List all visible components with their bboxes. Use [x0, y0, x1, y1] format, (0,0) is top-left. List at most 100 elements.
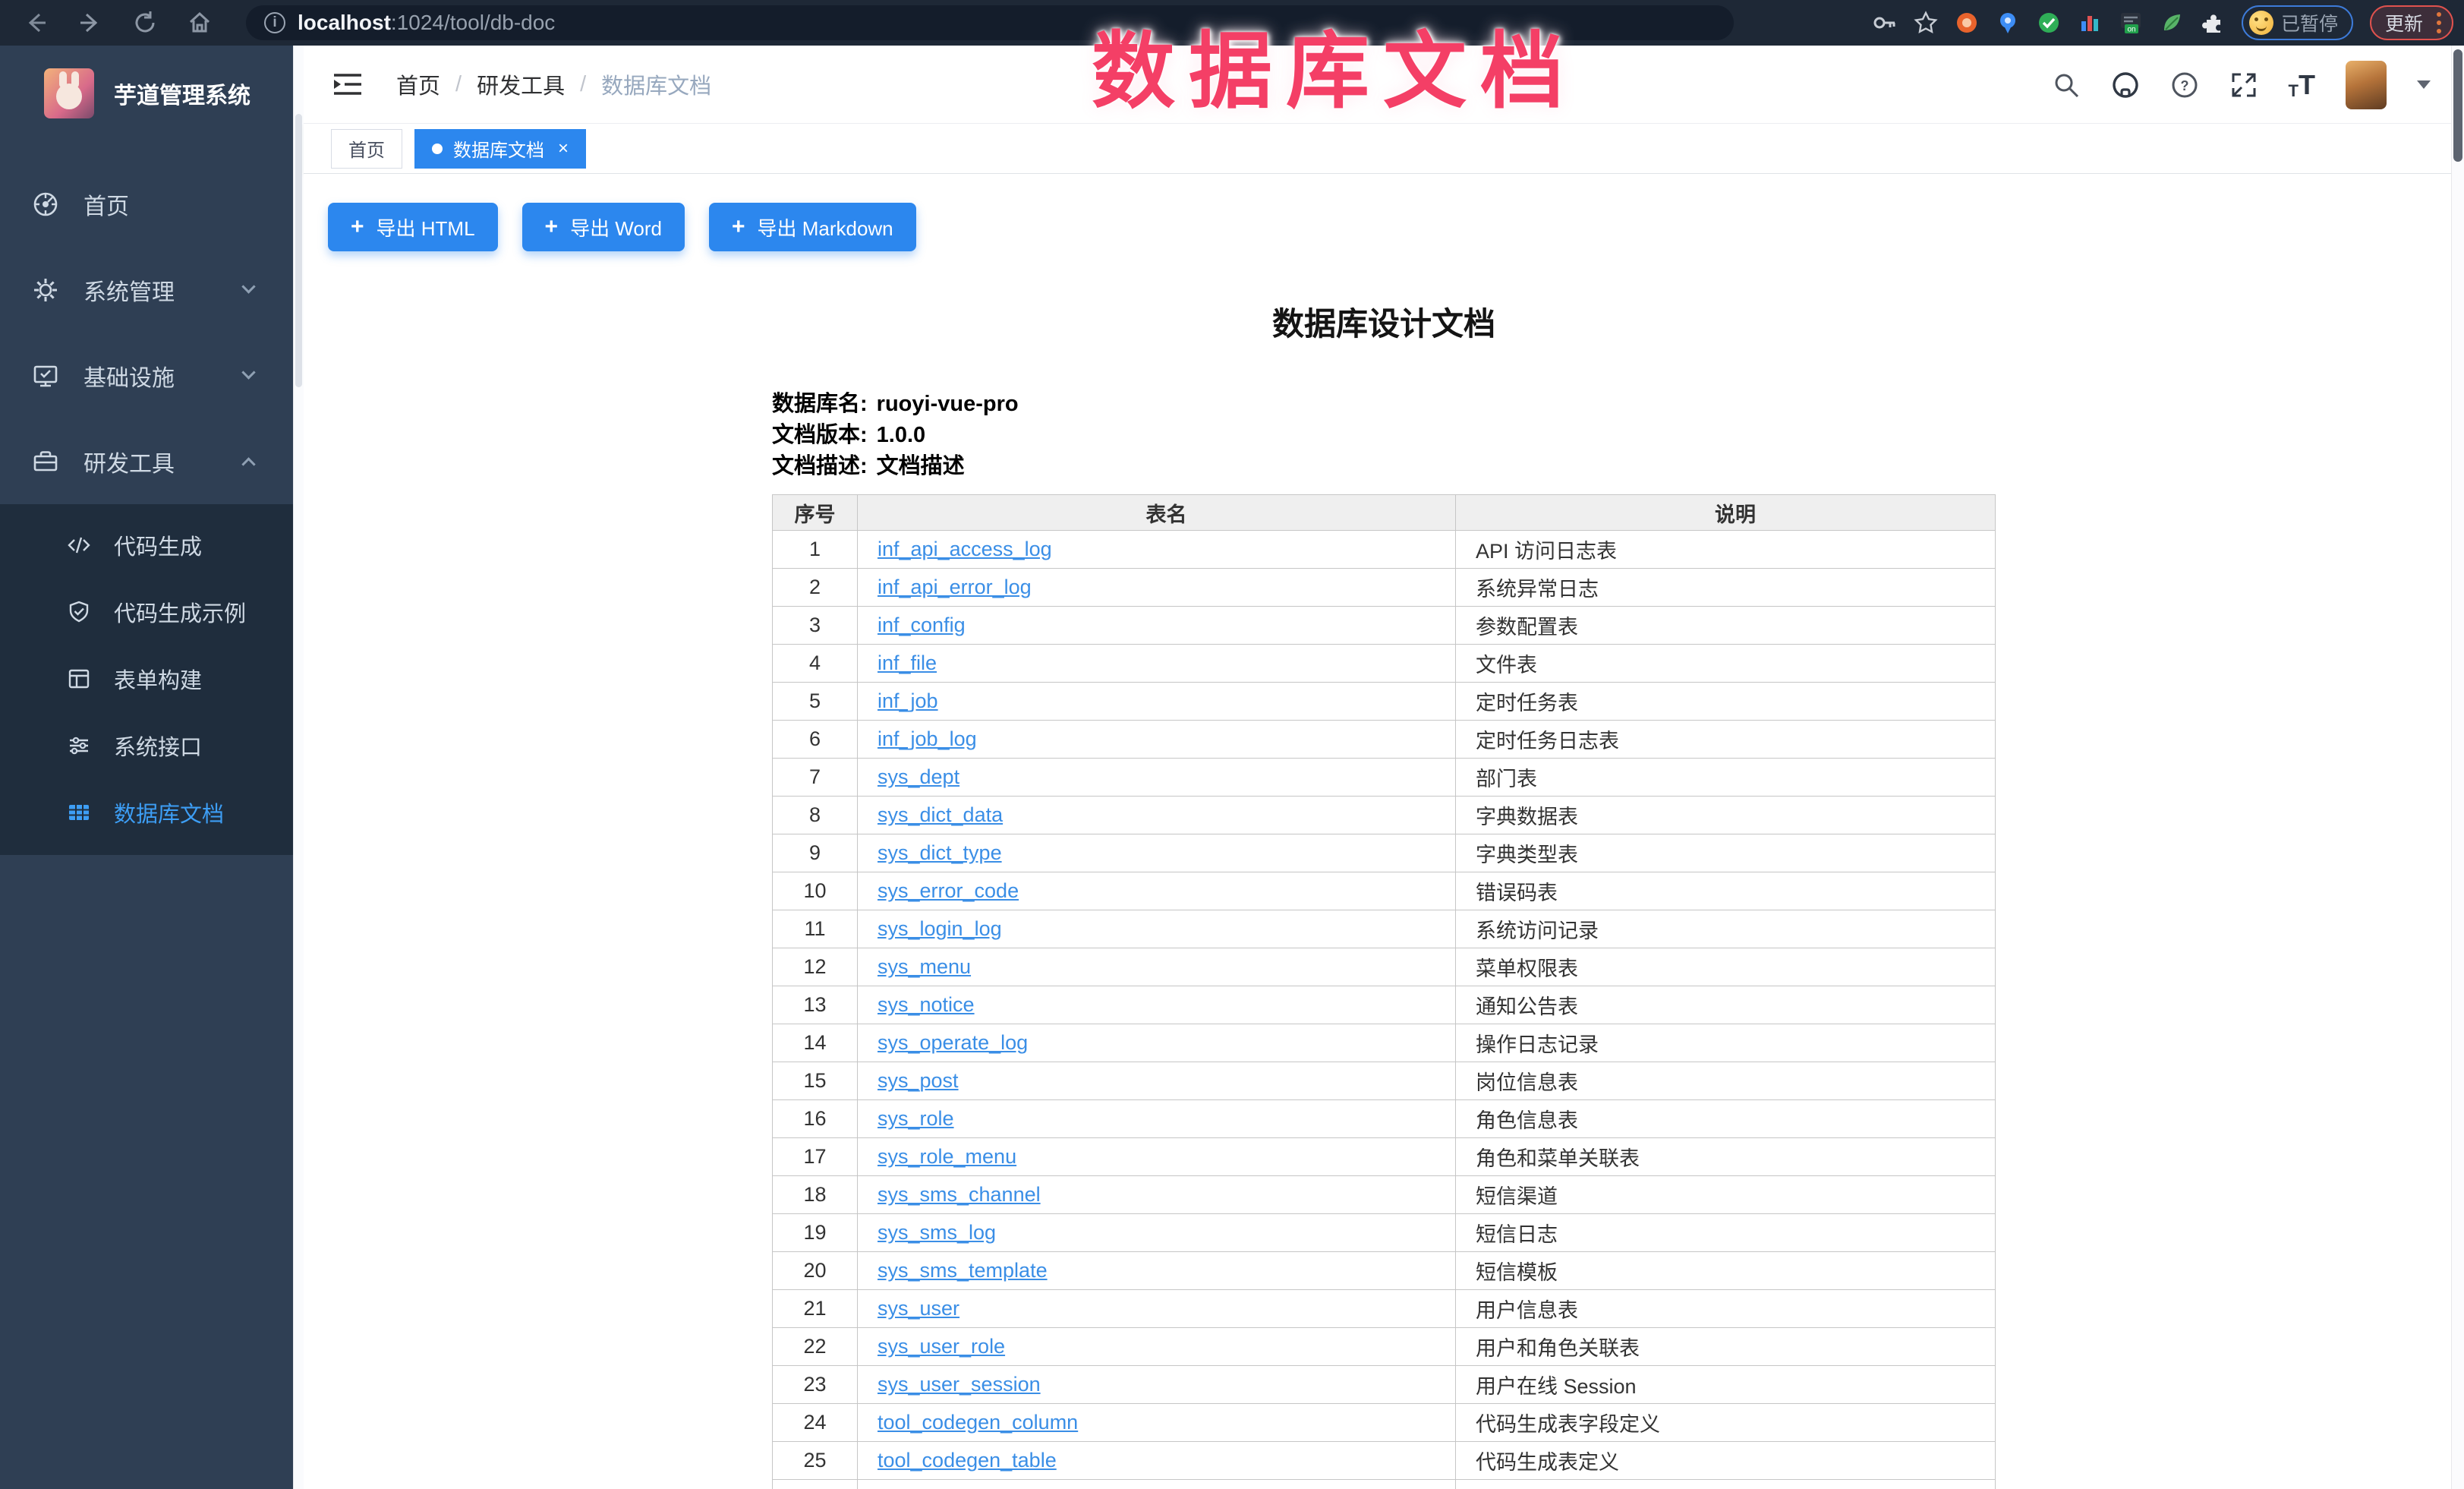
- forward-icon[interactable]: [77, 10, 103, 36]
- extension-on-badge-icon[interactable]: on: [2119, 11, 2143, 35]
- avatar[interactable]: [2346, 61, 2387, 109]
- browser-menu-icon[interactable]: [2434, 9, 2444, 36]
- extension-leaf-icon[interactable]: [2160, 11, 2184, 35]
- app-title: 芋道管理系统: [114, 77, 250, 110]
- bookmark-star-icon[interactable]: [1914, 11, 1938, 35]
- table-name-link[interactable]: inf_file: [878, 651, 937, 674]
- sidebar-item-db-doc[interactable]: 数据库文档: [0, 779, 293, 846]
- extension-green-check-icon[interactable]: [2037, 11, 2061, 35]
- table-name-link[interactable]: tool_codegen_table: [878, 1449, 1057, 1472]
- table-row: 26 tool_test_demo 字典类型表: [773, 1480, 1996, 1489]
- app-logo-row[interactable]: 芋道管理系统: [0, 46, 293, 129]
- row-index: 6: [773, 721, 858, 759]
- url-host: localhost: [298, 11, 391, 35]
- table-row: 5 inf_job 定时任务表: [773, 683, 1996, 721]
- sidebar-item-codegen-demo[interactable]: 代码生成示例: [0, 579, 293, 645]
- table-name-link[interactable]: sys_role: [878, 1107, 954, 1130]
- export-word-button[interactable]: 导出 Word: [522, 203, 685, 251]
- key-icon[interactable]: [1873, 11, 1897, 35]
- row-index: 17: [773, 1138, 858, 1176]
- sidebar-item-system-api[interactable]: 系统接口: [0, 712, 293, 779]
- table-name-link[interactable]: inf_api_access_log: [878, 538, 1052, 560]
- table-name-link[interactable]: sys_post: [878, 1069, 959, 1092]
- site-info-icon[interactable]: [264, 12, 285, 33]
- table-row: 12 sys_menu 菜单权限表: [773, 948, 1996, 986]
- table-description: 字典类型表: [1456, 1480, 1996, 1489]
- table-name-link[interactable]: sys_sms_log: [878, 1221, 996, 1244]
- table-name-link[interactable]: sys_sms_template: [878, 1259, 1048, 1282]
- sidebar-item-home[interactable]: 首页: [0, 161, 293, 247]
- table-name-link[interactable]: sys_user: [878, 1297, 959, 1320]
- table-name-link[interactable]: inf_job: [878, 689, 938, 712]
- tag-home[interactable]: 首页: [331, 129, 402, 169]
- sidebar-scrollbar[interactable]: [293, 46, 304, 1489]
- address-bar[interactable]: localhost:1024/tool/db-doc: [246, 5, 1734, 40]
- table-description: 角色信息表: [1456, 1100, 1996, 1138]
- tag-db-doc[interactable]: 数据库文档: [414, 129, 586, 169]
- close-icon[interactable]: [558, 140, 569, 158]
- sidebar-item-codegen[interactable]: 代码生成: [0, 512, 293, 579]
- table-name-link[interactable]: sys_menu: [878, 955, 971, 978]
- row-index: 2: [773, 569, 858, 607]
- user-menu-caret-icon[interactable]: [2417, 80, 2431, 89]
- column-header-no: 序号: [773, 495, 858, 531]
- fullscreen-icon[interactable]: [2229, 71, 2258, 99]
- extensions-puzzle-icon[interactable]: [2201, 11, 2225, 35]
- sidebar-item-label: 研发工具: [83, 445, 175, 478]
- table-description: 用户信息表: [1456, 1290, 1996, 1328]
- table-name-link[interactable]: sys_user_role: [878, 1335, 1005, 1358]
- db-doc-document: 数据库设计文档 数据库名:ruoyi-vue-pro 文档版本:1.0.0 文档…: [772, 298, 1996, 1489]
- table-name-link[interactable]: sys_dict_type: [878, 841, 1002, 864]
- sidebar-item-infra[interactable]: 基础设施: [0, 333, 293, 418]
- table-row: 8 sys_dict_data 字典数据表: [773, 797, 1996, 834]
- table-name-link[interactable]: sys_notice: [878, 993, 975, 1016]
- table-name-link[interactable]: sys_operate_log: [878, 1031, 1028, 1054]
- collapse-sidebar-icon[interactable]: [332, 71, 363, 98]
- browser-update-button[interactable]: 更新: [2370, 5, 2453, 40]
- row-index: 26: [773, 1480, 858, 1489]
- profile-emoji-icon: [2249, 11, 2273, 35]
- font-size-icon[interactable]: [2289, 69, 2315, 101]
- row-index: 12: [773, 948, 858, 986]
- extension-chart-icon[interactable]: [2078, 11, 2102, 35]
- breadcrumb-home[interactable]: 首页: [396, 68, 440, 100]
- table-name-link[interactable]: sys_sms_channel: [878, 1183, 1041, 1206]
- profile-paused-chip[interactable]: 已暂停: [2242, 5, 2353, 40]
- search-icon[interactable]: [2052, 71, 2081, 99]
- github-icon[interactable]: [2111, 71, 2140, 99]
- sidebar-item-system[interactable]: 系统管理: [0, 247, 293, 333]
- table-name-link[interactable]: inf_api_error_log: [878, 576, 1032, 598]
- svg-text:on: on: [2127, 26, 2135, 34]
- table-name-link[interactable]: sys_dept: [878, 765, 959, 788]
- row-index: 9: [773, 834, 858, 872]
- table-name-link[interactable]: sys_role_menu: [878, 1145, 1016, 1168]
- back-icon[interactable]: [23, 10, 49, 36]
- page-scrollbar[interactable]: [2451, 46, 2464, 1489]
- table-description: 参数配置表: [1456, 607, 1996, 645]
- row-index: 8: [773, 797, 858, 834]
- home-icon[interactable]: [187, 10, 213, 36]
- help-icon[interactable]: ?: [2170, 71, 2199, 99]
- table-row: 21 sys_user 用户信息表: [773, 1290, 1996, 1328]
- document-title: 数据库设计文档: [772, 298, 1996, 345]
- table-name-link[interactable]: inf_config: [878, 614, 966, 636]
- extension-orange-icon[interactable]: [1955, 11, 1979, 35]
- sidebar-item-form-builder[interactable]: 表单构建: [0, 645, 293, 712]
- table-name-link[interactable]: sys_error_code: [878, 879, 1019, 902]
- reload-icon[interactable]: [132, 10, 158, 36]
- table-name-link[interactable]: sys_user_session: [878, 1373, 1041, 1396]
- devtools-submenu: 代码生成 代码生成示例 表单构建 系统接口 数据库文档: [0, 504, 293, 855]
- sidebar-item-label: 数据库文档: [114, 797, 224, 828]
- row-index: 16: [773, 1100, 858, 1138]
- button-label: 导出 HTML: [377, 213, 475, 241]
- export-html-button[interactable]: 导出 HTML: [328, 203, 498, 251]
- table-name-link[interactable]: tool_codegen_column: [878, 1411, 1078, 1434]
- table-name-link[interactable]: inf_job_log: [878, 727, 977, 750]
- sidebar-item-devtools[interactable]: 研发工具: [0, 418, 293, 504]
- export-markdown-button[interactable]: 导出 Markdown: [709, 203, 916, 251]
- breadcrumb-separator: [580, 72, 586, 97]
- table-name-link[interactable]: sys_dict_data: [878, 803, 1003, 826]
- table-name-link[interactable]: sys_login_log: [878, 917, 1002, 940]
- extension-pin-icon[interactable]: [1996, 11, 2020, 35]
- breadcrumb-devtools[interactable]: 研发工具: [477, 68, 565, 100]
